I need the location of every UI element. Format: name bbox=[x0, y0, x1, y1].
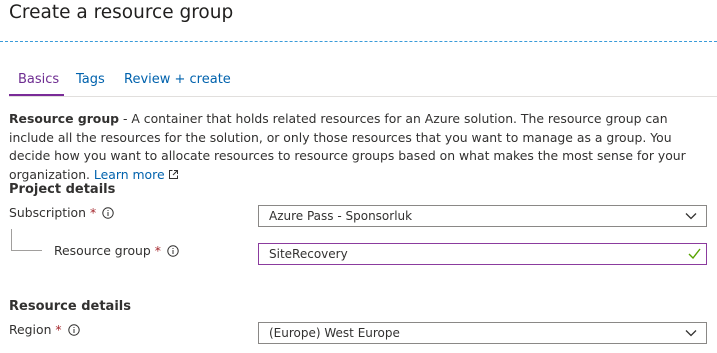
region-label-text: Region bbox=[9, 322, 52, 337]
resource-group-label-text: Resource group bbox=[54, 243, 151, 258]
resource-group-value: SiteRecovery bbox=[269, 247, 348, 261]
tree-connector-horizontal bbox=[11, 250, 42, 251]
chevron-down-icon bbox=[685, 330, 697, 337]
info-icon[interactable] bbox=[102, 206, 114, 219]
subscription-label: Subscription * bbox=[9, 205, 114, 220]
subscription-value: Azure Pass - Sponsorluk bbox=[269, 209, 413, 223]
header-separator bbox=[0, 41, 717, 42]
page-title: Create a resource group bbox=[9, 2, 234, 23]
required-marker: * bbox=[90, 205, 97, 220]
description-term: Resource group bbox=[9, 111, 120, 126]
resource-group-input[interactable]: SiteRecovery bbox=[258, 243, 707, 265]
tree-connector-vertical bbox=[11, 229, 12, 251]
region-label: Region * bbox=[9, 322, 80, 337]
resource-details-heading: Resource details bbox=[9, 299, 131, 314]
learn-more-link[interactable]: Learn more bbox=[94, 167, 179, 182]
info-icon[interactable] bbox=[67, 323, 80, 336]
project-details-heading: Project details bbox=[9, 182, 116, 197]
subscription-select[interactable]: Azure Pass - Sponsorluk bbox=[258, 205, 707, 227]
region-value: (Europe) West Europe bbox=[269, 326, 400, 340]
subscription-label-text: Subscription bbox=[9, 205, 86, 220]
resource-group-description: Resource group - A container that holds … bbox=[9, 110, 709, 184]
tab-divider bbox=[9, 96, 717, 97]
external-link-icon bbox=[168, 169, 178, 179]
required-marker: * bbox=[55, 322, 62, 337]
info-icon[interactable] bbox=[167, 244, 179, 257]
resource-group-label: Resource group * bbox=[54, 243, 179, 258]
tab-review-create[interactable]: Review + create bbox=[124, 72, 231, 87]
chevron-down-icon bbox=[685, 213, 697, 220]
create-resource-group-page: Create a resource group Basics Tags Revi… bbox=[0, 0, 717, 353]
region-select[interactable]: (Europe) West Europe bbox=[258, 322, 707, 344]
tab-tags[interactable]: Tags bbox=[76, 72, 105, 87]
tab-basics[interactable]: Basics bbox=[18, 72, 59, 87]
required-marker: * bbox=[154, 243, 161, 258]
learn-more-label: Learn more bbox=[93, 166, 165, 182]
checkmark-icon bbox=[688, 248, 701, 259]
